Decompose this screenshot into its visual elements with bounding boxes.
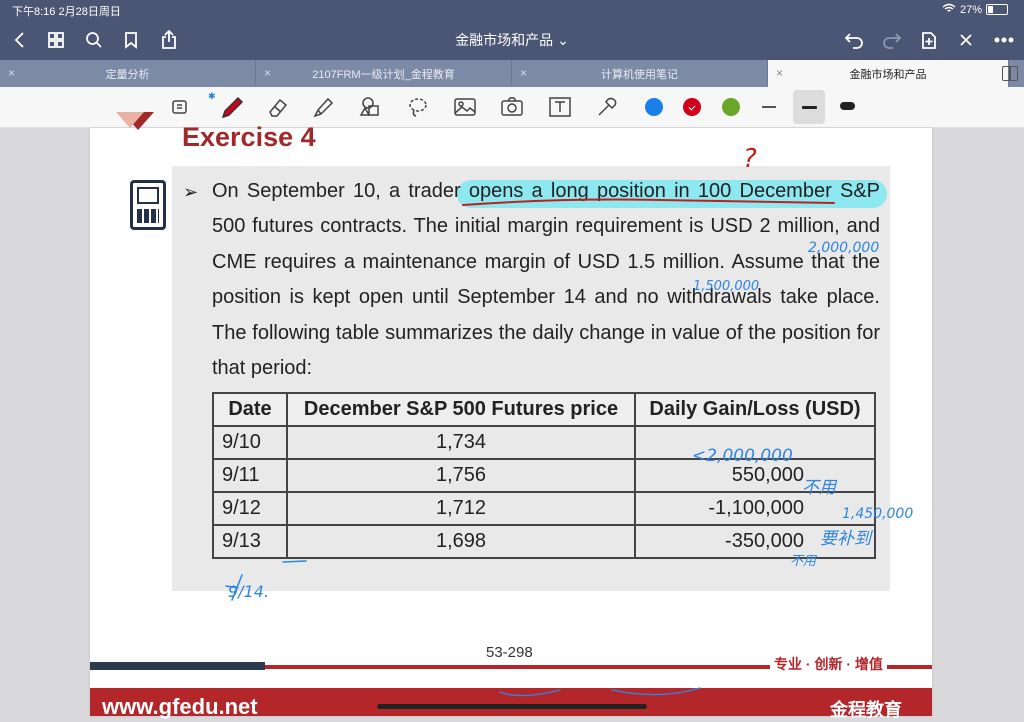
status-bar: 下午8:16 2月28日周日 27% <box>0 0 1024 20</box>
column-header-gain-loss: Daily Gain/Loss (USD) <box>634 392 876 427</box>
next-slide-url: www.gfedu.net <box>102 694 258 719</box>
calculator-icon <box>130 180 166 230</box>
cell-gain-loss: 550,000 <box>634 458 876 493</box>
futures-table: Date December S&P 500 Futures price Dail… <box>212 392 876 559</box>
undo-icon[interactable] <box>842 28 866 52</box>
status-battery-area: 27% <box>942 3 1008 16</box>
column-header-date: Date <box>212 392 288 427</box>
tab-computer-notes[interactable]: × 计算机使用笔记 <box>512 60 768 87</box>
next-slide-preview[interactable]: www.gfedu.net 金程教育 <box>90 688 932 720</box>
table-row: 9/12 1,712 -1,100,000 <box>212 491 876 526</box>
redo-icon[interactable] <box>880 28 904 52</box>
cell-price: 1,756 <box>286 458 636 493</box>
cell-gain-loss: -1,100,000 <box>634 491 876 526</box>
battery-percent: 27% <box>959 3 982 16</box>
color-swatch-blue[interactable] <box>645 98 663 116</box>
cell-date: 9/11 <box>212 458 288 493</box>
pen-icon[interactable] <box>218 92 246 122</box>
thick-stroke-option[interactable] <box>840 102 855 110</box>
highlighter-icon[interactable] <box>311 95 335 119</box>
wifi-icon <box>942 3 956 16</box>
cell-gain-loss: -350,000 <box>634 524 876 559</box>
home-indicator[interactable] <box>377 704 647 709</box>
table-row: 9/13 1,698 -350,000 <box>212 524 876 559</box>
next-slide-brand: 金程教育 <box>830 700 902 720</box>
tab-frm-plan[interactable]: × 2107FRM一级计划_金程教育 <box>256 60 512 87</box>
close-icon[interactable] <box>954 28 978 52</box>
thin-stroke-option[interactable] <box>762 106 776 108</box>
color-swatch-red[interactable] <box>683 98 701 116</box>
cell-date: 9/12 <box>212 491 288 526</box>
more-icon[interactable] <box>992 28 1016 52</box>
tab-financial-markets[interactable]: × 金融市场和产品 <box>768 60 1009 87</box>
battery-icon <box>986 4 1008 15</box>
color-swatch-green[interactable] <box>722 98 740 116</box>
cell-date: 9/10 <box>212 425 288 460</box>
question-paragraph: On September 10, a trader opens a long p… <box>212 180 880 380</box>
elements-icon[interactable] <box>595 95 619 119</box>
split-view-icon[interactable] <box>1002 66 1018 81</box>
cell-date: 9/13 <box>212 524 288 559</box>
page-number: 53-298 <box>486 644 533 661</box>
cell-price: 1,698 <box>286 524 636 559</box>
lasso-icon[interactable] <box>406 95 430 119</box>
tab-close-icon[interactable]: × <box>776 66 783 80</box>
cell-price: 1,712 <box>286 491 636 526</box>
shapes-icon[interactable] <box>358 95 382 119</box>
bullet-arrow: ➢ <box>183 182 199 202</box>
footer-slogan: 专业 · 创新 · 增值 <box>770 654 887 674</box>
text-icon[interactable] <box>548 95 572 119</box>
cell-gain-loss <box>634 425 876 460</box>
lasso-select-icon[interactable] <box>168 95 192 119</box>
medium-stroke-option[interactable] <box>793 90 825 124</box>
chevron-down-icon[interactable]: ⌄ <box>557 32 569 48</box>
nav-bar: 金融市场和产品 ⌄ <box>0 20 1024 60</box>
table-header-row: Date December S&P 500 Futures price Dail… <box>212 392 876 427</box>
eraser-icon[interactable] <box>266 95 290 119</box>
column-header-price: December S&P 500 Futures price <box>286 392 636 427</box>
tab-close-icon[interactable]: × <box>264 66 271 80</box>
cell-price: 1,734 <box>286 425 636 460</box>
slide-title: Exercise 4 <box>182 122 316 152</box>
table-row: 9/11 1,756 550,000 <box>212 458 876 493</box>
tab-close-icon[interactable]: × <box>520 66 527 80</box>
status-time: 下午8:16 2月28日周日 <box>12 6 121 18</box>
slide-logo-diamond <box>116 112 154 130</box>
tab-close-icon[interactable]: × <box>8 66 15 80</box>
camera-icon[interactable] <box>500 95 524 119</box>
slide-page[interactable]: Exercise 4 ➢ On September 10, a trader o… <box>90 112 932 720</box>
table-row: 9/10 1,734 <box>212 425 876 460</box>
tab-quant-analysis[interactable]: × 定量分析 <box>0 60 256 87</box>
document-title[interactable]: 金融市场和产品 ⌄ <box>0 30 1024 50</box>
image-icon[interactable] <box>453 95 477 119</box>
bluetooth-icon: ✱ <box>208 91 216 101</box>
add-page-icon[interactable] <box>917 28 941 52</box>
tab-bar: × 定量分析 × 2107FRM一级计划_金程教育 × 计算机使用笔记 × 金融… <box>0 60 1024 87</box>
